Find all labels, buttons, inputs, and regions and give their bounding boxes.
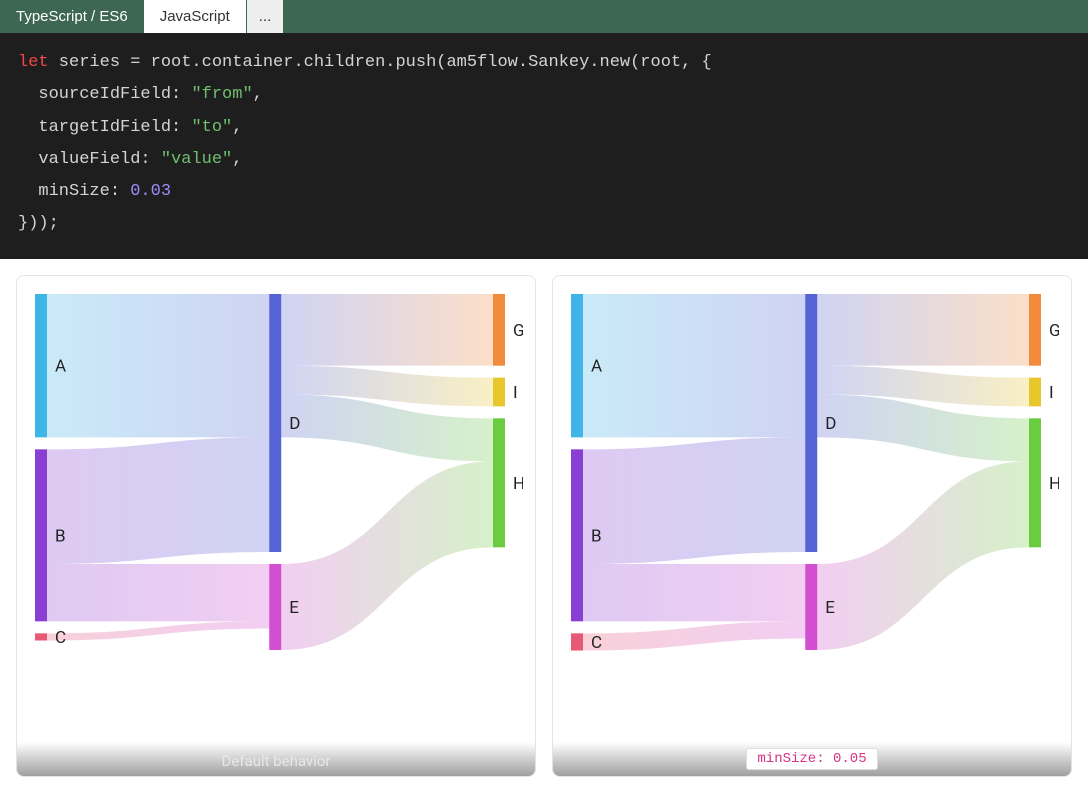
sankey-node-H xyxy=(493,418,505,547)
sankey-link xyxy=(583,437,805,564)
sankey-label-E: E xyxy=(289,598,299,618)
sankey-label-A: A xyxy=(55,356,66,376)
sankey-node-C xyxy=(571,633,583,650)
sankey-label-B: B xyxy=(591,526,602,546)
caption-bar-left: Default behavior xyxy=(17,742,535,776)
sankey-label-B: B xyxy=(55,526,66,546)
sankey-default: A B C D E G I H xyxy=(35,294,523,760)
sankey-label-H: H xyxy=(1049,474,1059,494)
sankey-link xyxy=(281,294,493,366)
charts-row: A B C D E G I H Default behavior A B C D E G I H minSi… xyxy=(0,259,1088,793)
sankey-label-G: G xyxy=(1049,321,1059,341)
sankey-link xyxy=(281,461,493,650)
sankey-label-H: H xyxy=(513,474,523,494)
sankey-node-G xyxy=(1029,294,1041,366)
code-panel: TypeScript / ES6 JavaScript ... let seri… xyxy=(0,0,1088,259)
sankey-node-A xyxy=(35,294,47,437)
sankey-node-B xyxy=(571,449,583,621)
chart-minsize: A B C D E G I H minSize: 0.05 xyxy=(552,275,1072,777)
caption-left: Default behavior xyxy=(222,752,331,770)
sankey-node-H xyxy=(1029,418,1041,547)
sankey-node-D xyxy=(805,294,817,552)
sankey-label-I: I xyxy=(513,383,518,403)
sankey-node-B xyxy=(35,449,47,621)
sankey-label-D: D xyxy=(289,414,300,434)
code-tabs: TypeScript / ES6 JavaScript ... xyxy=(0,0,1088,33)
sankey-label-G: G xyxy=(513,321,523,341)
tab-javascript[interactable]: JavaScript xyxy=(144,0,246,33)
sankey-node-C xyxy=(35,633,47,640)
sankey-label-A: A xyxy=(591,356,602,376)
sankey-link xyxy=(583,294,805,437)
sankey-node-E xyxy=(805,564,817,650)
sankey-node-I xyxy=(493,377,505,406)
sankey-link xyxy=(47,564,269,621)
chart-default: A B C D E G I H Default behavior xyxy=(16,275,536,777)
sankey-link xyxy=(47,621,269,640)
sankey-label-E: E xyxy=(825,598,835,618)
sankey-node-E xyxy=(269,564,281,650)
sankey-link xyxy=(817,461,1029,650)
sankey-label-C: C xyxy=(591,633,602,653)
sankey-link xyxy=(583,621,805,650)
sankey-minsize: A B C D E G I H xyxy=(571,294,1059,760)
sankey-label-C: C xyxy=(55,628,66,648)
sankey-link xyxy=(47,437,269,564)
sankey-label-I: I xyxy=(1049,383,1054,403)
sankey-label-D: D xyxy=(825,414,836,434)
sankey-node-I xyxy=(1029,377,1041,406)
caption-bar-right: minSize: 0.05 xyxy=(553,742,1071,776)
sankey-link xyxy=(583,564,805,621)
code-block: let series = root.container.children.pus… xyxy=(0,33,1088,259)
sankey-link xyxy=(47,294,269,437)
caption-right: minSize: 0.05 xyxy=(746,748,877,770)
sankey-link xyxy=(817,294,1029,366)
tab-more[interactable]: ... xyxy=(247,0,284,33)
sankey-node-A xyxy=(571,294,583,437)
sankey-node-D xyxy=(269,294,281,552)
tab-typescript[interactable]: TypeScript / ES6 xyxy=(0,0,144,33)
sankey-node-G xyxy=(493,294,505,366)
